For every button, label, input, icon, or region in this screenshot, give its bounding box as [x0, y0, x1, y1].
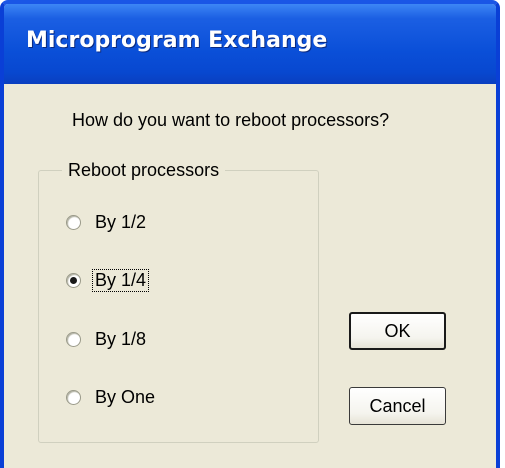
prompt-text: How do you want to reboot processors? — [72, 110, 390, 130]
radio-label: By 1/4 — [91, 268, 150, 292]
radio-option-quarter[interactable]: By 1/4 — [60, 268, 150, 292]
radio-button-icon[interactable] — [66, 331, 81, 347]
radio-label: By 1/8 — [95, 328, 147, 349]
ok-button[interactable]: OK — [349, 312, 446, 350]
cancel-button[interactable]: Cancel — [349, 387, 446, 425]
radio-button-icon[interactable] — [66, 389, 81, 405]
window-title: Microprogram Exchange — [26, 28, 328, 53]
dialog-window: Microprogram Exchange How do you want to… — [0, 0, 500, 468]
radio-option-eighth[interactable]: By 1/8 — [60, 327, 148, 351]
radio-option-half[interactable]: By 1/2 — [60, 210, 148, 234]
title-bar[interactable]: Microprogram Exchange — [4, 4, 496, 84]
radio-option-one[interactable]: By One — [60, 385, 157, 409]
radio-button-selected-icon[interactable] — [66, 272, 81, 288]
group-label: Reboot processors — [62, 160, 226, 181]
radio-label: By One — [95, 386, 156, 407]
radio-label: By 1/2 — [95, 211, 147, 232]
radio-button-icon[interactable] — [66, 214, 81, 230]
